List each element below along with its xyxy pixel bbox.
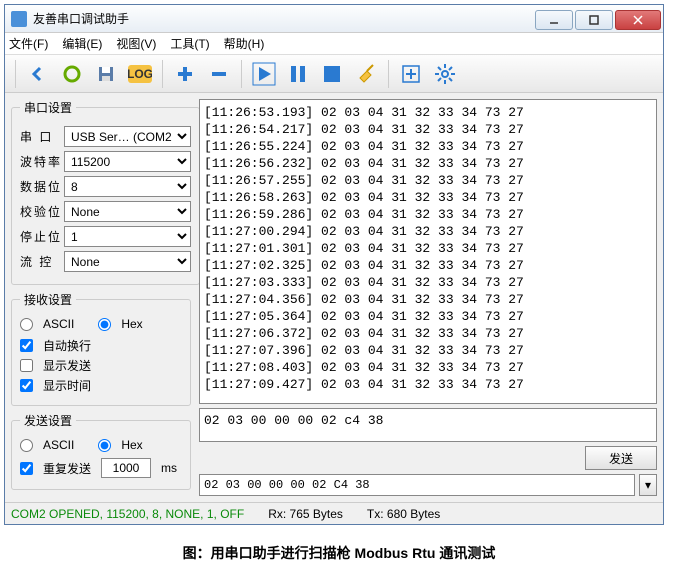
autowrap-checkbox[interactable]: 自动换行 <box>20 337 182 354</box>
status-rx: Rx: 765 Bytes <box>268 507 343 521</box>
send-settings: 发送设置 ASCII Hex 重复发送ms <box>11 412 191 490</box>
parity-select[interactable]: None <box>64 201 191 222</box>
transmit-textarea[interactable]: 02 03 00 00 00 02 c4 38 <box>199 408 657 442</box>
clear-icon[interactable] <box>352 60 380 88</box>
baud-select[interactable]: 115200 <box>64 151 191 172</box>
dropdown-icon[interactable]: ▾ <box>639 474 657 496</box>
app-icon <box>11 11 27 27</box>
titlebar: 友善串口调试助手 <box>5 5 663 33</box>
right-panel: [11:26:53.193] 02 03 04 31 32 33 34 73 2… <box>197 93 663 502</box>
menu-edit[interactable]: 编辑(E) <box>62 35 102 52</box>
pause-icon[interactable] <box>284 60 312 88</box>
baud-label: 波特率 <box>20 153 64 170</box>
app-window: 友善串口调试助手 文件(F) 编辑(E) 视图(V) 工具(T) 帮助(H) L… <box>4 4 664 525</box>
receive-textarea[interactable]: [11:26:53.193] 02 03 04 31 32 33 34 73 2… <box>199 99 657 404</box>
menu-tools[interactable]: 工具(T) <box>170 35 209 52</box>
data-label: 数据位 <box>20 178 64 195</box>
serial-settings: 串口设置 串 口USB Ser… (COM2 波特率115200 数据位8 校验… <box>11 99 200 285</box>
svg-text:LOG: LOG <box>128 67 152 81</box>
send-button[interactable]: 发送 <box>585 446 657 470</box>
interval-input[interactable] <box>101 458 151 478</box>
port-select[interactable]: USB Ser… (COM2 <box>64 126 191 147</box>
hex-input[interactable] <box>199 474 635 496</box>
close-button[interactable] <box>615 10 661 30</box>
save-icon[interactable] <box>92 60 120 88</box>
repeat-checkbox[interactable]: 重复发送ms <box>20 458 182 478</box>
status-connection: COM2 OPENED, 115200, 8, NONE, 1, OFF <box>11 507 244 521</box>
menu-help[interactable]: 帮助(H) <box>224 35 265 52</box>
menubar: 文件(F) 编辑(E) 视图(V) 工具(T) 帮助(H) <box>5 33 663 55</box>
maximize-button[interactable] <box>575 10 613 30</box>
minimize-button[interactable] <box>535 10 573 30</box>
expand-icon[interactable] <box>397 60 425 88</box>
figure-caption: 图：用串口助手进行扫描枪 Modbus Rtu 通讯测试 <box>0 543 678 563</box>
refresh-icon[interactable] <box>58 60 86 88</box>
serial-legend: 串口设置 <box>20 99 76 116</box>
statusbar: COM2 OPENED, 115200, 8, NONE, 1, OFF Rx:… <box>5 502 663 524</box>
showtime-checkbox[interactable]: 显示时间 <box>20 377 182 394</box>
play-icon[interactable] <box>250 60 278 88</box>
stop-label: 停止位 <box>20 228 64 245</box>
recv-ascii-radio[interactable]: ASCII <box>20 317 74 331</box>
stop-icon[interactable] <box>318 60 346 88</box>
window-title: 友善串口调试助手 <box>33 10 535 27</box>
back-icon[interactable] <box>24 60 52 88</box>
recv-legend: 接收设置 <box>20 291 76 308</box>
settings-icon[interactable] <box>431 60 459 88</box>
port-label: 串 口 <box>20 128 64 145</box>
menu-file[interactable]: 文件(F) <box>9 35 48 52</box>
send-hex-radio[interactable]: Hex <box>98 438 142 452</box>
send-ascii-radio[interactable]: ASCII <box>20 438 74 452</box>
add-icon[interactable] <box>171 60 199 88</box>
toolbar: LOG <box>5 55 663 93</box>
remove-icon[interactable] <box>205 60 233 88</box>
databits-select[interactable]: 8 <box>64 176 191 197</box>
flow-label: 流 控 <box>20 253 64 270</box>
log-icon[interactable]: LOG <box>126 60 154 88</box>
stopbits-select[interactable]: 1 <box>64 226 191 247</box>
recv-hex-radio[interactable]: Hex <box>98 317 142 331</box>
send-legend: 发送设置 <box>20 412 76 429</box>
left-panel: 串口设置 串 口USB Ser… (COM2 波特率115200 数据位8 校验… <box>5 93 197 502</box>
recv-settings: 接收设置 ASCII Hex 自动换行 显示发送 显示时间 <box>11 291 191 406</box>
flow-select[interactable]: None <box>64 251 191 272</box>
status-tx: Tx: 680 Bytes <box>367 507 440 521</box>
showsend-checkbox[interactable]: 显示发送 <box>20 357 182 374</box>
menu-view[interactable]: 视图(V) <box>116 35 156 52</box>
check-label: 校验位 <box>20 203 64 220</box>
